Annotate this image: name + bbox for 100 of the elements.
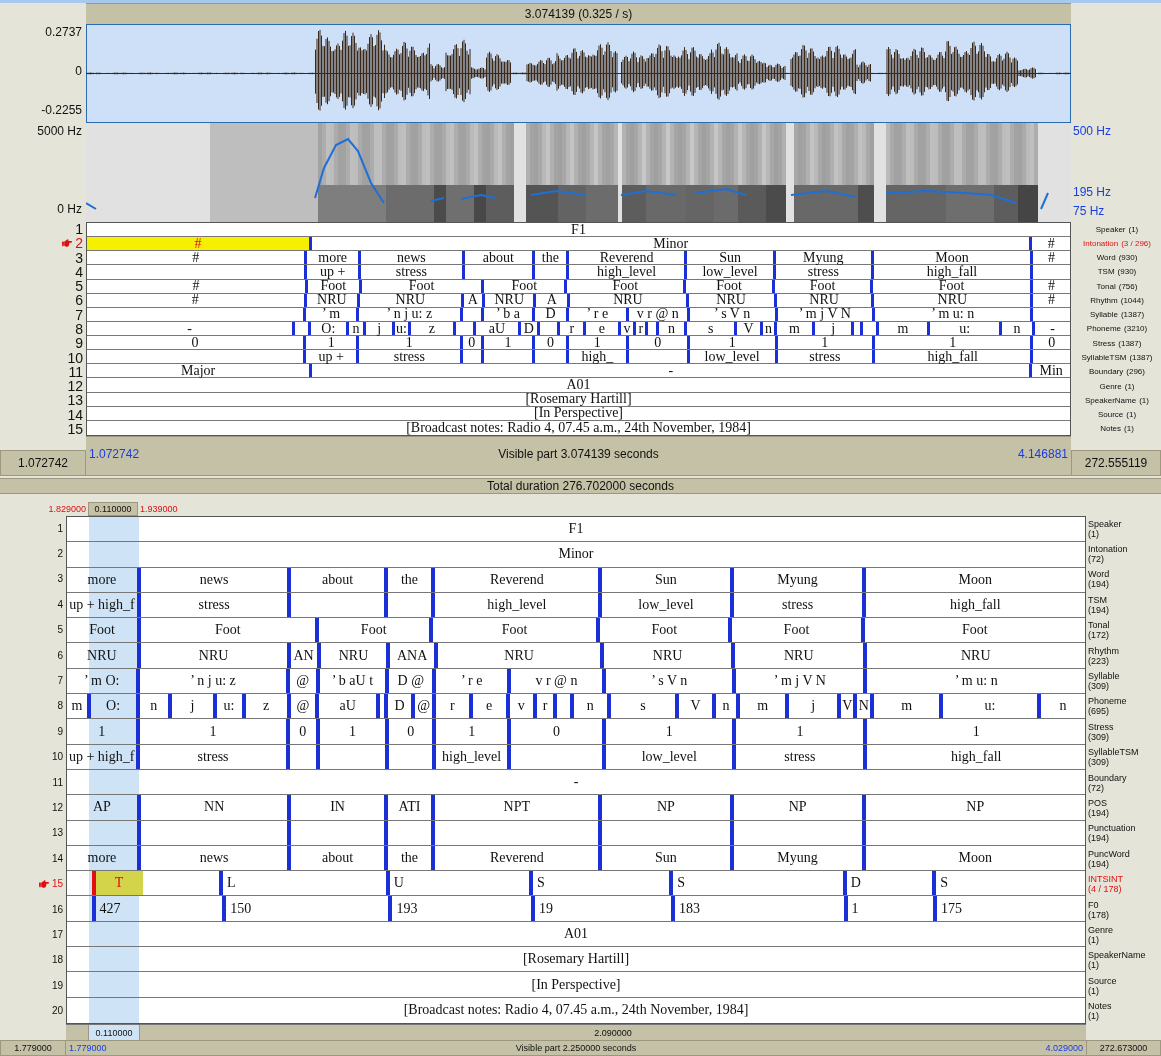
tier-interval[interactable]: more — [67, 567, 137, 592]
tier-interval[interactable]: up + high_f — [67, 744, 137, 769]
tier-interval[interactable]: about — [287, 567, 384, 592]
tier-interval[interactable]: Major — [87, 364, 310, 378]
tier-interval[interactable]: s — [606, 694, 676, 719]
tier-interval[interactable]: Foot — [137, 618, 315, 643]
tier-interval[interactable]: [Rosemary Hartill] — [87, 392, 1070, 406]
tier-interval[interactable]: 0 — [87, 336, 304, 350]
tier-interval[interactable]: 0 — [532, 336, 566, 350]
tier-interval[interactable]: A01 — [87, 378, 1070, 392]
tier-interval[interactable]: j — [785, 694, 838, 719]
tier-interval[interactable]: news — [136, 567, 288, 592]
tier-interval[interactable]: m — [736, 694, 785, 719]
tier-interval[interactable]: NRU — [730, 643, 863, 668]
tier-interval[interactable]: ATI — [383, 795, 432, 820]
tier-interval[interactable]: 1 — [602, 719, 733, 744]
tier-interval[interactable]: high_level — [565, 265, 685, 279]
tier-interval[interactable]: v — [617, 321, 634, 336]
tier-interval[interactable]: ’ r e — [565, 307, 626, 321]
tier-interval[interactable]: IN — [287, 795, 384, 820]
tier-interval[interactable]: high_fall — [861, 592, 1085, 618]
tier-interval[interactable]: 1 — [872, 336, 1031, 350]
tier-interval[interactable]: 1 — [136, 719, 286, 744]
tier-interval[interactable]: [In Perspective] — [67, 972, 1085, 997]
tier-interval[interactable]: 1 — [356, 336, 460, 350]
tier-interval[interactable]: ANA — [386, 643, 434, 668]
tier-interval[interactable]: r — [432, 694, 469, 719]
tier-interval[interactable]: Moon — [870, 251, 1031, 265]
tier-interval[interactable]: 150 — [222, 896, 389, 921]
tier-interval[interactable]: - — [1032, 321, 1070, 336]
tier-interval[interactable]: Foot — [564, 279, 684, 293]
tier-interval[interactable]: r — [633, 321, 646, 336]
tier-interval[interactable]: Minor — [67, 542, 1085, 567]
tier-interval[interactable]: ’ b aU t — [315, 668, 386, 694]
tier-interval[interactable]: high_fall — [872, 350, 1031, 364]
tier-interval[interactable]: u: — [212, 694, 242, 719]
tier-interval[interactable]: 193 — [388, 896, 532, 921]
tier-interval[interactable]: Reverend — [431, 845, 599, 871]
tier-interval[interactable]: ’ s V n — [686, 307, 775, 321]
tier-interval[interactable]: stress — [357, 265, 462, 279]
tier-interval[interactable]: - — [309, 364, 1030, 378]
tier-interval[interactable]: Foot — [358, 279, 482, 293]
tier-interval[interactable]: U — [385, 871, 529, 896]
tier-interval[interactable]: L — [218, 871, 386, 896]
tier-interval[interactable]: Foot — [428, 618, 597, 643]
tier-interval[interactable]: j — [811, 321, 852, 336]
tier-interval[interactable]: z — [241, 694, 287, 719]
tier-interval[interactable]: the — [383, 567, 432, 592]
tier-interval[interactable]: r — [557, 321, 584, 336]
tier-interval[interactable]: Reverend — [565, 251, 685, 265]
tier-interval[interactable]: Myung — [772, 251, 871, 265]
tier-interval[interactable]: low_level — [598, 592, 730, 618]
tier-interval[interactable]: 1 — [67, 719, 137, 744]
tier-interval[interactable]: 0 — [506, 719, 603, 744]
tier-interval[interactable]: about — [287, 845, 384, 871]
tier-interval[interactable]: # — [1029, 237, 1070, 251]
tier-interval[interactable]: NP — [729, 795, 862, 820]
tier-interval[interactable]: Foot — [728, 618, 861, 643]
tier-interval[interactable]: V — [837, 694, 854, 719]
tier-interval[interactable]: j — [168, 694, 213, 719]
tier-interval[interactable]: Foot — [596, 618, 729, 643]
tier-interval[interactable]: S — [528, 871, 670, 896]
tier-interval[interactable]: ’ n j u: z — [356, 307, 460, 321]
tier-interval[interactable]: NRU — [67, 643, 137, 668]
tier-interval[interactable]: D — [842, 871, 933, 896]
tier-interval[interactable]: 183 — [671, 896, 844, 921]
tier-interval[interactable]: [Broadcast notes: Radio 4, 07.45 a.m., 24th November, 1984] — [87, 420, 1070, 435]
tier-interval[interactable]: stress — [136, 744, 286, 769]
tier-interval[interactable]: Foot — [771, 279, 871, 293]
tier-interval[interactable]: A — [460, 293, 483, 307]
tier-interval[interactable]: S — [669, 871, 843, 896]
tier-interval[interactable]: n — [711, 694, 737, 719]
tier-interval[interactable]: v — [505, 694, 533, 719]
tier-interval[interactable]: stress — [729, 592, 862, 618]
tier-interval[interactable]: e — [583, 321, 618, 336]
tier-interval[interactable]: NRU — [357, 293, 461, 307]
tier-interval[interactable]: ’ m O: — [67, 668, 137, 694]
tier-interval[interactable]: n — [760, 321, 774, 336]
tier-interval[interactable]: stress — [774, 350, 873, 364]
tier-interval[interactable]: n — [1037, 694, 1085, 719]
tier-interval[interactable]: S — [932, 871, 1085, 896]
tier-interval[interactable]: low_level — [602, 744, 733, 769]
tier-interval[interactable]: 1 — [432, 719, 507, 744]
tier-interval[interactable]: NPT — [431, 795, 599, 820]
tier-interval[interactable]: Foot — [314, 618, 429, 643]
tier-interval[interactable]: # — [1030, 279, 1070, 293]
tier-interval[interactable]: n — [998, 321, 1033, 336]
tier-interval[interactable]: # — [1030, 293, 1070, 307]
tier-interval[interactable]: n — [655, 321, 685, 336]
tier-interval[interactable]: NRU — [303, 293, 358, 307]
tier-interval[interactable]: high_ — [565, 350, 626, 364]
tier-interval[interactable]: ’ b a — [480, 307, 533, 321]
tier-interval[interactable]: ’ m j V N — [732, 668, 864, 694]
tier-interval[interactable]: ’ m u: n — [863, 668, 1085, 694]
tier-interval[interactable]: e — [468, 694, 506, 719]
tier-interval[interactable]: 1 — [303, 336, 357, 350]
tier-interval[interactable]: 1 — [686, 336, 775, 350]
tier-interval[interactable]: 1 — [315, 719, 386, 744]
tier-interval[interactable]: NRU — [862, 643, 1085, 668]
tier-interval[interactable]: low_level — [684, 265, 773, 279]
